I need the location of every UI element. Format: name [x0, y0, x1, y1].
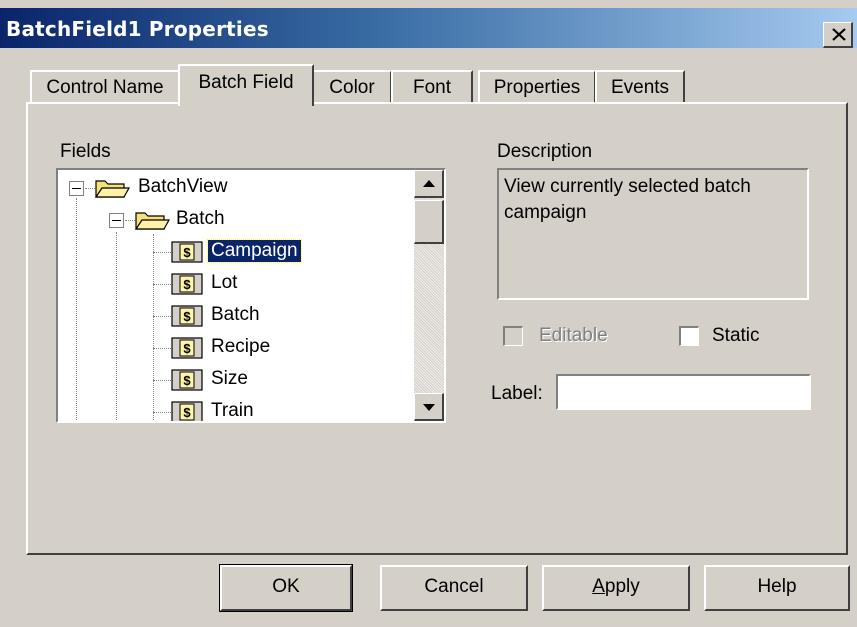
field-icon: $: [171, 273, 203, 295]
tab-color[interactable]: Color: [312, 70, 392, 103]
editable-checkbox[interactable]: [503, 326, 523, 346]
window-title: BatchField1 Properties: [6, 17, 269, 41]
editable-label: Editable: [539, 325, 608, 346]
tab-label: Batch Field: [198, 72, 294, 93]
collapse-toggle[interactable]: [109, 213, 124, 228]
tree-item-recipe[interactable]: Recipe: [211, 336, 270, 358]
tab-label: Events: [610, 77, 670, 98]
tree-item-train[interactable]: Train: [211, 400, 254, 421]
close-icon: [832, 28, 846, 41]
arrow-down-icon: [423, 404, 435, 411]
svg-text:$: $: [183, 373, 191, 388]
tab-properties[interactable]: Properties: [478, 70, 596, 103]
svg-text:$: $: [183, 277, 191, 292]
collapse-toggle[interactable]: [69, 181, 84, 196]
cancel-button-label: Cancel: [424, 576, 484, 597]
tree-item-size[interactable]: Size: [211, 368, 248, 390]
arrow-up-icon: [423, 180, 435, 187]
cancel-button[interactable]: Cancel: [380, 565, 528, 611]
tab-events[interactable]: Events: [595, 70, 685, 103]
tree-scrollbar[interactable]: [414, 170, 444, 421]
field-icon: $: [171, 305, 203, 327]
scroll-thumb[interactable]: [414, 200, 444, 244]
apply-button-label: pply: [604, 576, 640, 597]
tab-label: Control Name: [46, 77, 164, 98]
tree-item-campaign[interactable]: Campaign: [207, 239, 302, 263]
tree-node-root[interactable]: BatchView: [138, 176, 227, 198]
tree-item-batch[interactable]: Batch: [211, 304, 260, 326]
label-field-label: Label:: [491, 383, 543, 404]
svg-text:$: $: [183, 405, 191, 420]
apply-accelerator: A: [592, 576, 605, 597]
ok-button[interactable]: OK: [219, 564, 353, 612]
tab-control-name[interactable]: Control Name: [30, 70, 180, 103]
tab-batch-field[interactable]: Batch Field: [178, 64, 314, 106]
field-icon: $: [171, 369, 203, 391]
properties-dialog: BatchField1 Properties Control Name Batc…: [0, 0, 857, 627]
fields-label: Fields: [60, 141, 111, 162]
scroll-up-button[interactable]: [414, 170, 444, 198]
scroll-down-button[interactable]: [414, 393, 444, 421]
help-button-label: Help: [757, 576, 797, 597]
svg-text:$: $: [183, 309, 191, 324]
open-folder-icon: [134, 212, 170, 230]
description-label: Description: [497, 141, 593, 162]
fields-tree[interactable]: BatchView Batch $ Campaign $ Lot $ Batch…: [56, 168, 446, 423]
field-icon: $: [171, 337, 203, 359]
open-folder-icon: [94, 180, 130, 198]
description-box: View currently selected batch campaign: [497, 168, 809, 300]
help-button[interactable]: Help: [704, 565, 850, 611]
field-icon: $: [171, 401, 203, 421]
static-label: Static: [712, 325, 760, 346]
tab-font[interactable]: Font: [391, 70, 473, 103]
title-bar[interactable]: BatchField1 Properties: [0, 8, 857, 48]
static-checkbox[interactable]: [679, 326, 699, 346]
ok-button-label: OK: [272, 576, 300, 597]
field-icon: $: [171, 241, 203, 263]
close-button[interactable]: [823, 22, 853, 48]
apply-button[interactable]: Apply: [542, 565, 690, 611]
svg-text:$: $: [183, 341, 191, 356]
svg-text:$: $: [183, 245, 191, 260]
tree-node-group[interactable]: Batch: [176, 208, 225, 230]
tab-label: Color: [329, 77, 375, 98]
tab-label: Font: [412, 77, 452, 98]
tree-item-lot[interactable]: Lot: [211, 272, 237, 294]
label-input[interactable]: [556, 374, 811, 410]
tab-label: Properties: [493, 77, 581, 98]
